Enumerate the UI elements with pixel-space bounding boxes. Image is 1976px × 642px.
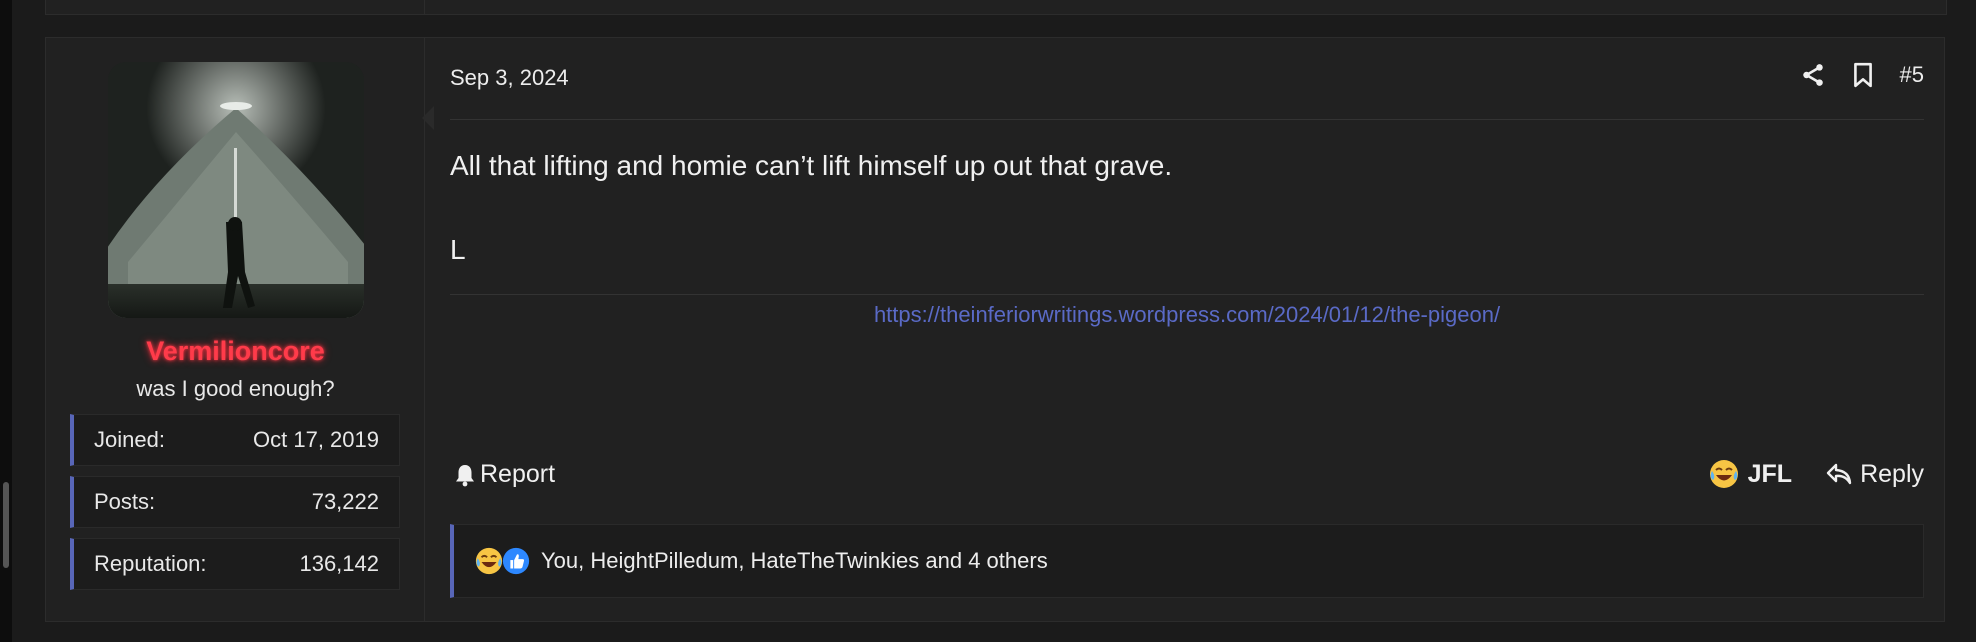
reactions-text: You, HeightPilledum, HateTheTwinkies and…: [541, 548, 1048, 573]
post-header-actions: #5: [1800, 62, 1924, 88]
stat-label: Posts:: [94, 489, 156, 514]
post-date[interactable]: Sep 3, 2024: [450, 65, 569, 91]
crying-laughing-emoji-icon: [474, 546, 504, 576]
crying-laughing-emoji-icon: [1708, 458, 1740, 490]
post-main-column: Sep 3, 2024 #5 All that lifting and homi…: [450, 38, 1924, 621]
post-container: Vermilioncore was I good enough? Joined:…: [45, 37, 1945, 622]
reply-label: Reply: [1860, 459, 1924, 488]
bookmark-icon[interactable]: [1852, 62, 1874, 88]
previous-post-divider: [424, 0, 425, 14]
stat-posts: Posts: 73,222: [70, 476, 400, 528]
user-info-column: Vermilioncore was I good enough? Joined:…: [46, 38, 425, 621]
jfl-react-button[interactable]: JFL: [1708, 458, 1792, 490]
user-title: was I good enough?: [136, 376, 335, 401]
stat-reputation: Reputation: 136,142: [70, 538, 400, 590]
post-body-line: All that lifting and homie can’t lift hi…: [450, 150, 1173, 181]
signature-link[interactable]: https://theinferiorwritings.wordpress.co…: [450, 302, 1924, 328]
signature-divider: [450, 294, 1924, 295]
stat-joined: Joined: Oct 17, 2019: [70, 414, 400, 466]
post-actions: JFL Reply: [1708, 458, 1924, 490]
reactions-bar[interactable]: You, HeightPilledum, HateTheTwinkies and…: [450, 524, 1924, 598]
stat-value: 73,222: [311, 489, 379, 514]
header-divider: [450, 119, 1924, 120]
jfl-label: JFL: [1747, 459, 1793, 488]
message-arrow: [422, 106, 434, 130]
reaction-icons: [474, 546, 531, 576]
stat-label: Reputation:: [94, 551, 207, 576]
report-button[interactable]: Report: [454, 460, 555, 489]
stat-value: 136,142: [299, 551, 379, 576]
thumbs-up-icon: [501, 546, 531, 576]
bell-icon: [454, 463, 476, 487]
scrollbar-thumb[interactable]: [3, 482, 9, 568]
post-body-line: L: [450, 234, 466, 265]
stat-value: Oct 17, 2019: [253, 427, 379, 452]
previous-post-bottom: [45, 0, 1947, 15]
avatar[interactable]: [108, 62, 364, 318]
stat-label: Joined:: [94, 427, 165, 452]
reply-arrow-icon: [1826, 462, 1852, 486]
avatar-image: [108, 62, 364, 318]
share-icon[interactable]: [1800, 62, 1826, 88]
username[interactable]: Vermilioncore: [46, 336, 425, 367]
report-label: Report: [480, 460, 556, 488]
reply-button[interactable]: Reply: [1826, 460, 1924, 489]
post-number-link[interactable]: #5: [1900, 62, 1924, 88]
